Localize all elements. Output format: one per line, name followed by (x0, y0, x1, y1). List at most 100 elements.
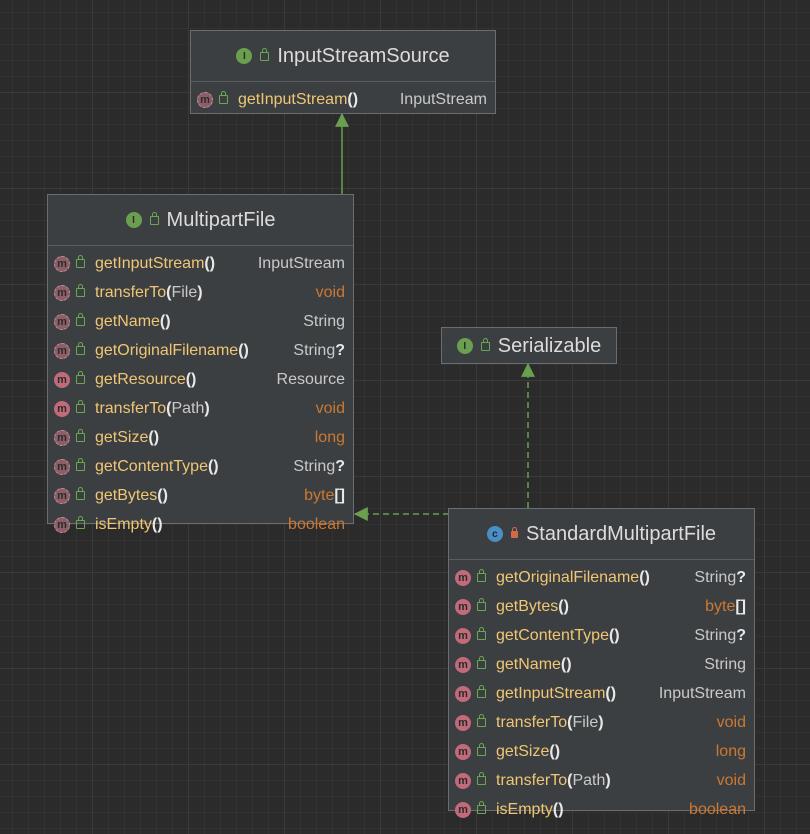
method-row[interactable]: m transferTo(File) void (48, 278, 353, 307)
method-row[interactable]: m getInputStream() InputStream (48, 249, 353, 278)
method-signature: getOriginalFilename() (496, 569, 650, 587)
method-row[interactable]: m getOriginalFilename() String? (48, 336, 353, 365)
return-type-name: byte (304, 486, 335, 504)
public-icon (480, 337, 490, 351)
close-paren: ) (209, 254, 216, 272)
node-standardmultipartfile[interactable]: c StandardMultipartFile m getOriginalFilena… (448, 508, 755, 818)
method-icon: m (54, 313, 70, 330)
method-row[interactable]: m getSize() long (449, 737, 754, 766)
method-name: getBytes (496, 597, 559, 615)
public-icon (76, 342, 85, 355)
close-paren: ) (558, 800, 564, 818)
return-type: boolean (278, 516, 345, 534)
close-paren: ) (610, 684, 617, 702)
method-name: getInputStream (238, 90, 348, 108)
node-serializable[interactable]: I Serializable (441, 327, 617, 364)
return-type: InputStream (649, 685, 746, 703)
method-signature: getName() (95, 313, 171, 331)
method-signature: transferTo(File) (496, 714, 604, 732)
public-icon (76, 400, 85, 413)
method-name: getInputStream (496, 684, 606, 702)
method-name: getName (496, 655, 561, 673)
method-row[interactable]: m isEmpty() boolean (48, 510, 353, 539)
node-inputstreamsource[interactable]: I InputStreamSource m getInputStream() Input… (190, 30, 496, 114)
return-type: long (305, 429, 345, 447)
node-multipartfile[interactable]: I MultipartFile m getInputStream() InputStre… (47, 194, 354, 533)
method-row[interactable]: m getBytes() byte[] (449, 592, 754, 621)
return-type: InputStream (248, 255, 345, 273)
param-type: Path (572, 771, 606, 789)
method-signature: isEmpty() (95, 516, 163, 534)
param-type: File (572, 713, 599, 731)
public-icon (477, 685, 486, 698)
method-signature: getContentType() (95, 458, 219, 476)
method-name: getSize (95, 428, 149, 446)
method-row[interactable]: m getResource() Resource (48, 365, 353, 394)
method-row[interactable]: m getBytes() byte[] (48, 481, 353, 510)
param-type: File (171, 283, 198, 301)
method-name: isEmpty (496, 800, 553, 818)
method-row[interactable]: m getOriginalFilename() String? (449, 563, 754, 592)
method-signature: transferTo(File) (95, 284, 203, 302)
method-name: getOriginalFilename (95, 341, 239, 359)
close-paren: ) (157, 515, 163, 533)
method-signature: getInputStream() (95, 255, 215, 273)
close-paren: ) (153, 428, 160, 446)
public-icon (477, 627, 486, 640)
public-icon (260, 47, 270, 61)
method-icon: m (54, 458, 70, 475)
method-row[interactable]: m getName() String (449, 650, 754, 679)
return-type-name: String (694, 626, 737, 644)
method-name: transferTo (95, 399, 167, 417)
method-name: isEmpty (95, 515, 152, 533)
method-signature: transferTo(Path) (95, 400, 210, 418)
public-icon (149, 211, 159, 225)
return-type-name: boolean (689, 800, 746, 818)
method-icon: m (455, 569, 471, 586)
method-name: getInputStream (95, 254, 205, 272)
method-row[interactable]: m getSize() long (48, 423, 353, 452)
method-row[interactable]: m getContentType() String? (449, 621, 754, 650)
method-row[interactable]: m getContentType() String? (48, 452, 353, 481)
public-icon (477, 801, 486, 814)
return-type: String? (283, 342, 345, 360)
return-type-name: String (293, 341, 336, 359)
method-row[interactable]: m transferTo(Path) void (48, 394, 353, 423)
method-icon: m (455, 772, 471, 789)
return-type: byte[] (695, 598, 746, 616)
param-type: Path (171, 399, 205, 417)
method-row[interactable]: m getInputStream() InputStream (191, 85, 495, 114)
method-icon: m (455, 685, 471, 702)
method-signature: getSize() (496, 743, 560, 761)
interface-icon: I (456, 338, 473, 354)
public-icon (76, 458, 85, 471)
return-type-suffix: ? (736, 626, 746, 644)
public-icon (76, 284, 85, 297)
return-type-name: long (715, 742, 746, 760)
method-icon: m (455, 627, 471, 644)
method-icon: m (54, 487, 70, 504)
method-name: transferTo (95, 283, 167, 301)
method-row[interactable]: m getName() String (48, 307, 353, 336)
method-icon: m (455, 598, 471, 615)
return-type: void (306, 400, 345, 418)
method-signature: getInputStream() (496, 685, 616, 703)
public-icon (76, 429, 85, 442)
node-title: Serializable (497, 334, 602, 357)
method-row[interactable]: m transferTo(Path) void (449, 766, 754, 795)
lock-icon (510, 526, 518, 538)
method-signature: getOriginalFilename() (95, 342, 249, 360)
return-type: byte[] (294, 487, 345, 505)
return-type: String? (283, 458, 345, 476)
method-signature: getContentType() (496, 627, 620, 645)
return-type-suffix: ? (335, 341, 345, 359)
close-paren: ) (204, 399, 210, 417)
interface-icon: I (125, 212, 142, 228)
method-row[interactable]: m transferTo(File) void (449, 708, 754, 737)
method-row[interactable]: m getInputStream() InputStream (449, 679, 754, 708)
method-row[interactable]: m isEmpty() boolean (449, 795, 754, 824)
class-icon: c (486, 526, 503, 542)
public-icon (219, 91, 228, 104)
method-icon: m (54, 255, 70, 272)
public-icon (76, 255, 85, 268)
